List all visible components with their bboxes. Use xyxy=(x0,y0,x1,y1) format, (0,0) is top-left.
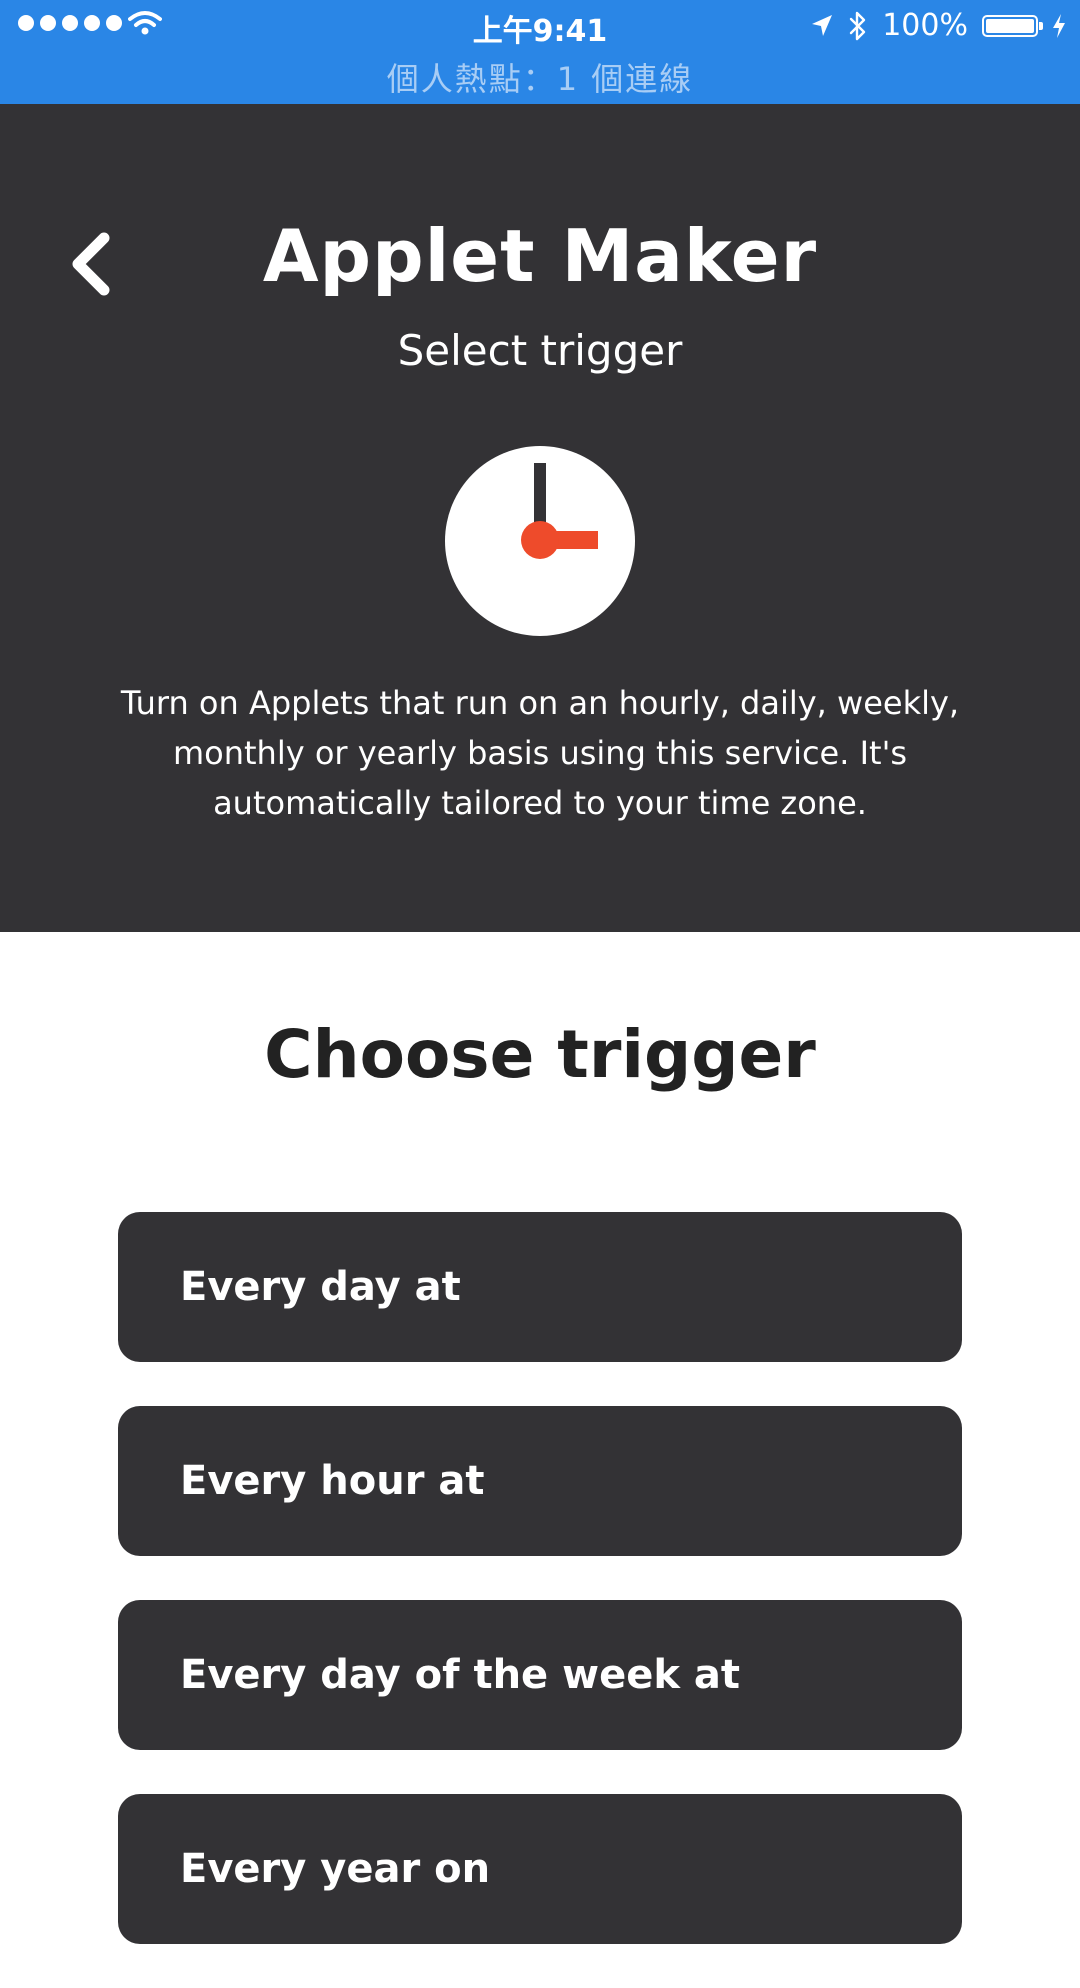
battery-percent: 100% xyxy=(882,8,968,43)
bluetooth-icon xyxy=(850,11,866,40)
battery-icon xyxy=(982,14,1043,37)
battery-nub xyxy=(1039,21,1043,30)
trigger-label: Every day at xyxy=(180,1264,461,1310)
trigger-every-day-at[interactable]: Every day at xyxy=(118,1212,962,1362)
location-arrow-icon xyxy=(812,14,833,36)
battery-level xyxy=(986,18,1034,33)
status-right-group: 100% xyxy=(810,8,1066,43)
page-title: Applet Maker xyxy=(262,214,818,298)
trigger-every-hour-at[interactable]: Every hour at xyxy=(118,1406,962,1556)
hotspot-banner[interactable]: 個人熱點：1 個連線 xyxy=(0,54,1080,100)
trigger-label: Every day of the week at xyxy=(180,1652,740,1698)
trigger-list: Every day at Every hour at Every day of … xyxy=(118,1212,962,1988)
trigger-label: Every year on xyxy=(180,1846,491,1892)
charging-bolt-icon xyxy=(1053,13,1065,38)
service-header: Applet Maker Select trigger Turn on Appl… xyxy=(0,104,1080,932)
clock-icon xyxy=(445,446,635,636)
trigger-every-year-on[interactable]: Every year on xyxy=(118,1794,962,1944)
trigger-label: Every hour at xyxy=(180,1458,485,1504)
section-heading: Choose trigger xyxy=(264,1016,816,1093)
service-description: Turn on Applets that run on an hourly, d… xyxy=(120,684,960,822)
status-bar: 上午9:41 100% 個人熱點：1 個連線 xyxy=(0,0,1080,104)
trigger-every-day-of-week-at[interactable]: Every day of the week at xyxy=(118,1600,962,1750)
page-subtitle: Select trigger xyxy=(397,326,683,375)
